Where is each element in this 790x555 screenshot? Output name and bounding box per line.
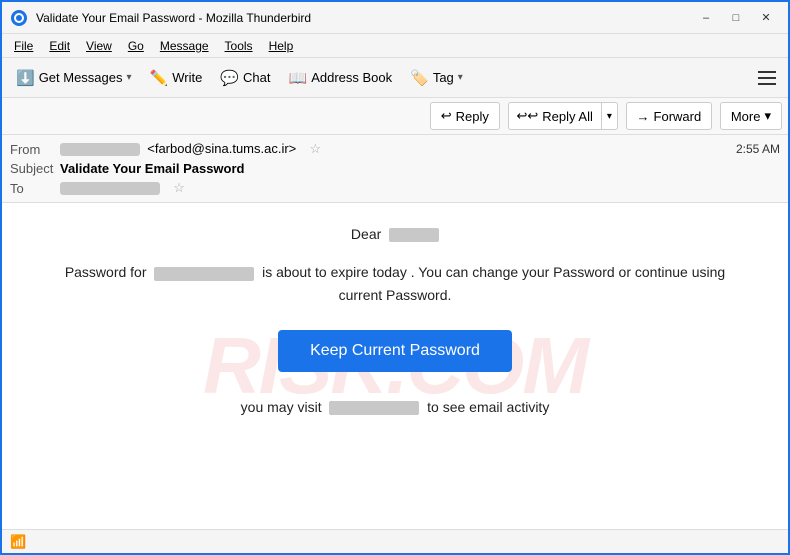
more-button[interactable]: More ▾ (720, 102, 782, 130)
reply-label: Reply (456, 109, 489, 124)
from-label: From (10, 142, 60, 157)
address-book-button[interactable]: 📖 Address Book (281, 62, 401, 94)
menu-edit[interactable]: Edit (41, 37, 78, 55)
write-icon: ✏️ (150, 69, 169, 87)
more-label: More (731, 109, 761, 124)
to-blurred (60, 182, 160, 195)
main-window: Validate Your Email Password - Mozilla T… (0, 0, 790, 555)
visit-blurred (329, 401, 419, 415)
tag-label: Tag (433, 70, 454, 85)
close-button[interactable]: ✕ (752, 8, 780, 28)
get-messages-button[interactable]: ⬇️ Get Messages ▾ (8, 62, 140, 94)
reply-all-dropdown[interactable]: ▾ (601, 102, 618, 130)
minimize-button[interactable]: – (692, 8, 720, 28)
app-icon (10, 9, 28, 27)
get-messages-label: Get Messages (39, 70, 123, 85)
from-star-icon[interactable]: ☆ (310, 141, 322, 156)
chat-icon: 💬 (220, 69, 239, 87)
email-body: RISK.COM Dear Password for is about to e… (2, 203, 788, 529)
greeting-text: Dear (351, 226, 381, 242)
line1-pre: Password for (65, 264, 147, 280)
menu-help[interactable]: Help (261, 37, 302, 55)
hamburger-menu[interactable] (752, 63, 782, 93)
forward-label: Forward (654, 109, 702, 124)
action-bar: ↩ Reply ↩↩ Reply All ▾ → Forward More ▾ (2, 98, 788, 135)
menu-view[interactable]: View (78, 37, 120, 55)
tag-arrow[interactable]: ▾ (458, 72, 463, 83)
subject-text: Validate Your Email Password (60, 161, 780, 176)
title-bar: Validate Your Email Password - Mozilla T… (2, 2, 788, 34)
menu-go[interactable]: Go (120, 37, 152, 55)
menu-message[interactable]: Message (152, 37, 217, 55)
to-label: To (10, 181, 60, 196)
maximize-button[interactable]: □ (722, 8, 750, 28)
greeting-paragraph: Dear (42, 223, 748, 245)
chat-button[interactable]: 💬 Chat (212, 62, 278, 94)
tag-button[interactable]: 🏷️ Tag ▾ (402, 62, 471, 94)
tag-icon: 🏷️ (410, 69, 429, 87)
visit-post: to see email activity (427, 399, 549, 415)
to-row: To ☆ (10, 178, 780, 198)
reply-button[interactable]: ↩ Reply (430, 102, 500, 130)
toolbar: ⬇️ Get Messages ▾ ✏️ Write 💬 Chat 📖 Addr… (2, 58, 788, 98)
email-timestamp: 2:55 AM (736, 142, 780, 156)
visit-pre: you may visit (241, 399, 322, 415)
status-bar: 📶 (2, 529, 788, 553)
reply-all-button[interactable]: ↩↩ Reply All (508, 102, 601, 130)
more-arrow: ▾ (764, 108, 771, 124)
keep-password-button[interactable]: Keep Current Password (278, 330, 512, 372)
window-title: Validate Your Email Password - Mozilla T… (36, 11, 692, 25)
to-value: ☆ (60, 180, 780, 196)
to-star-icon[interactable]: ☆ (173, 180, 185, 195)
line1-blurred (154, 267, 254, 281)
forward-button[interactable]: → Forward (626, 102, 713, 130)
menu-bar: File Edit View Go Message Tools Help (2, 34, 788, 58)
hamburger-line-1 (758, 71, 776, 73)
dear-blurred (389, 228, 439, 242)
write-label: Write (172, 70, 202, 85)
forward-icon: → (637, 109, 650, 124)
menu-tools[interactable]: Tools (217, 37, 261, 55)
status-icon: 📶 (10, 534, 26, 550)
from-address: <farbod@sina.tums.ac.ir> (147, 141, 296, 156)
reply-all-split: ↩↩ Reply All ▾ (508, 102, 618, 130)
write-button[interactable]: ✏️ Write (142, 62, 211, 94)
get-messages-arrow[interactable]: ▾ (127, 72, 132, 83)
subject-row: Subject Validate Your Email Password (10, 159, 780, 178)
address-book-icon: 📖 (289, 69, 308, 87)
address-book-label: Address Book (311, 70, 392, 85)
get-messages-icon: ⬇️ (16, 69, 35, 87)
from-value: <farbod@sina.tums.ac.ir> ☆ (60, 141, 736, 157)
hamburger-line-2 (758, 77, 776, 79)
email-content: Dear Password for is about to expire tod… (42, 223, 748, 419)
from-row: From <farbod@sina.tums.ac.ir> ☆ 2:55 AM (10, 139, 780, 159)
hamburger-line-3 (758, 83, 776, 85)
visit-paragraph: you may visit to see email activity (42, 396, 748, 418)
menu-file[interactable]: File (6, 37, 41, 55)
reply-all-icon: ↩↩ (517, 108, 539, 124)
reply-all-label: Reply All (542, 109, 593, 124)
line1-post: is about to expire today . You can chang… (262, 264, 725, 302)
email-header: From <farbod@sina.tums.ac.ir> ☆ 2:55 AM … (2, 135, 788, 203)
chat-label: Chat (243, 70, 270, 85)
body-paragraph: Password for is about to expire today . … (42, 261, 748, 306)
subject-label: Subject (10, 161, 60, 176)
window-controls: – □ ✕ (692, 8, 780, 28)
reply-icon: ↩ (441, 108, 452, 124)
from-blurred (60, 143, 140, 156)
